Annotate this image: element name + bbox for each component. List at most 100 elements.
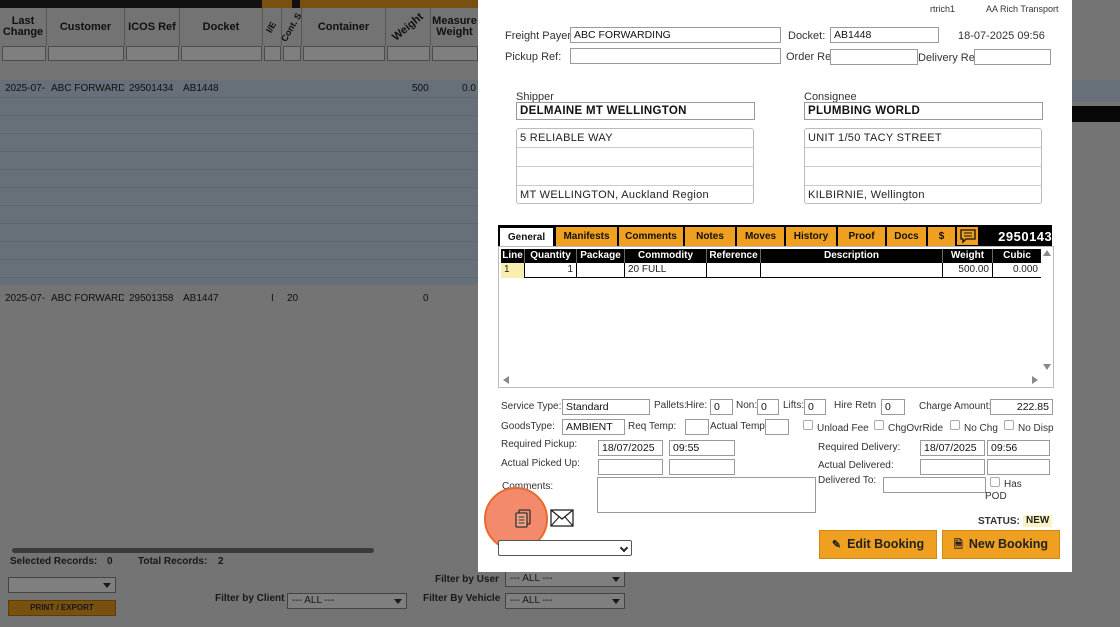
required-pickup-date[interactable]: 18/07/2025 (598, 440, 663, 456)
status-badge: NEW (1023, 515, 1053, 527)
grid-horizontal-scrollbar[interactable] (499, 374, 1039, 386)
chevron-down-icon (619, 543, 629, 553)
grid-col-weight[interactable]: Weight (943, 249, 993, 263)
company-name: AA Rich Transport (986, 4, 1059, 14)
delivered-to-field[interactable] (883, 477, 986, 493)
tab-docs[interactable]: Docs (886, 227, 926, 246)
copy-document-icon[interactable] (514, 509, 532, 529)
grid-vertical-scrollbar[interactable] (1041, 248, 1052, 372)
grid-col-line[interactable]: Line (501, 249, 525, 263)
service-type-label: Service Type: (501, 401, 562, 412)
delivery-ref-field[interactable] (974, 49, 1051, 65)
grid-cell-commodity[interactable]: 20 FULL (625, 263, 707, 278)
lifts-label: Lifts: (783, 400, 805, 411)
goods-type-field[interactable]: AMBIENT (562, 419, 625, 435)
freight-payer-field[interactable]: ABC FORWARDING (570, 27, 781, 43)
new-booking-button[interactable]: 🗎 New Booking (942, 530, 1060, 559)
grid-cell-line[interactable]: 1 (501, 263, 525, 278)
required-pickup-label: Required Pickup: (501, 439, 578, 450)
scroll-right-icon[interactable] (1032, 376, 1038, 384)
shipper-name-field[interactable]: DELMAINE MT WELLINGTON (516, 102, 755, 120)
edit-booking-button[interactable]: ✎ Edit Booking (819, 530, 937, 559)
comments-field[interactable] (597, 477, 816, 513)
charge-amount-field[interactable]: 222.85 (990, 399, 1053, 415)
unload-fee-label: Unload Fee (817, 423, 869, 434)
actual-picked-up-time[interactable] (669, 459, 735, 475)
grid-cell-quantity[interactable]: 1 (525, 263, 577, 278)
grid-col-cubic[interactable]: Cubic (993, 249, 1041, 263)
order-ref-label: Order Ref (786, 51, 835, 63)
no-chg-checkbox[interactable] (950, 420, 960, 430)
scroll-up-icon[interactable] (1043, 250, 1051, 256)
grid-cell-cubic[interactable]: 0.000 (993, 263, 1041, 278)
service-type-field[interactable]: Standard (562, 399, 650, 415)
grid-cell-package[interactable] (577, 263, 625, 278)
chat-bubble-icon[interactable] (956, 227, 978, 245)
grid-cell-description[interactable] (761, 263, 943, 278)
tab-manifests[interactable]: Manifests (555, 227, 617, 246)
grid-col-quantity[interactable]: Quantity (525, 249, 577, 263)
required-delivery-label: Required Delivery: (818, 442, 901, 453)
tab-proof[interactable]: Proof (837, 227, 885, 246)
consignee-address-line-3[interactable] (805, 167, 1041, 186)
charge-amount-label: Charge Amount: (919, 401, 992, 412)
has-pod-label: Has POD (985, 479, 1022, 502)
booking-modal: rtrich1 AA Rich Transport Freight Payer … (478, 0, 1072, 572)
lifts-field[interactable]: 0 (804, 399, 826, 415)
new-booking-label: New Booking (968, 537, 1049, 551)
tab-dollar[interactable]: $ (927, 227, 955, 246)
no-disp-checkbox[interactable] (1004, 420, 1014, 430)
req-temp-label: Req Temp: (628, 421, 677, 432)
icos-number: 29501434 (998, 229, 1060, 244)
req-temp-field[interactable] (685, 419, 709, 435)
docket-label: Docket: (788, 30, 826, 42)
scroll-left-icon[interactable] (503, 376, 509, 384)
chg-ovr-ride-checkbox[interactable] (874, 420, 884, 430)
grid-col-description[interactable]: Description (761, 249, 943, 263)
booking-datetime: 18-07-2025 09:56 (958, 30, 1045, 42)
tab-comments[interactable]: Comments (618, 227, 683, 246)
action-select[interactable] (498, 540, 632, 556)
actual-delivered-time[interactable] (987, 459, 1050, 475)
goods-type-label: GoodsType: (501, 421, 555, 432)
hire-retn-field[interactable]: 0 (881, 399, 905, 415)
docket-field[interactable]: AB1448 (830, 27, 939, 43)
grid-col-reference[interactable]: Reference (707, 249, 761, 263)
shipper-address-line-4[interactable]: MT WELLINGTON, Auckland Region (517, 186, 753, 205)
envelope-icon[interactable] (550, 509, 574, 527)
tab-history[interactable]: History (785, 227, 836, 246)
grid-cell-weight[interactable]: 500.00 (943, 263, 993, 278)
consignee-address-line-2[interactable] (805, 148, 1041, 167)
order-ref-field[interactable] (830, 49, 918, 65)
required-delivery-time[interactable]: 09:56 (987, 440, 1050, 456)
tab-moves[interactable]: Moves (736, 227, 784, 246)
user-name: rtrich1 (930, 4, 956, 14)
tab-general[interactable]: General (499, 227, 554, 246)
pickup-ref-label: Pickup Ref: (505, 51, 562, 63)
tab-notes[interactable]: Notes (684, 227, 735, 246)
grid-cell-reference[interactable] (707, 263, 761, 278)
document-icon: 🗎 (953, 539, 963, 551)
scroll-down-icon[interactable] (1043, 364, 1051, 370)
pickup-ref-field[interactable] (570, 48, 781, 64)
consignee-address-line-1[interactable]: UNIT 1/50 TACY STREET (805, 129, 1041, 148)
consignee-address-line-4[interactable]: KILBIRNIE, Wellington (805, 186, 1041, 205)
actual-delivered-date[interactable] (920, 459, 985, 475)
actual-temp-label: Actual Temp: (710, 421, 768, 432)
shipper-address-line-1[interactable]: 5 RELIABLE WAY (517, 129, 753, 148)
consignee-name-field[interactable]: PLUMBING WORLD (804, 102, 1043, 120)
unload-fee-checkbox[interactable] (803, 420, 813, 430)
actual-temp-field[interactable] (765, 419, 789, 435)
delivered-to-label: Delivered To: (818, 475, 877, 486)
table-row[interactable]: 1 1 20 FULL 500.00 0.000 (501, 263, 1041, 278)
non-field[interactable]: 0 (757, 399, 779, 415)
delivery-ref-label: Delivery Ref: (918, 52, 981, 64)
hire-field[interactable]: 0 (710, 399, 733, 415)
grid-col-package[interactable]: Package (577, 249, 625, 263)
actual-picked-up-date[interactable] (598, 459, 663, 475)
required-pickup-time[interactable]: 09:55 (669, 440, 735, 456)
shipper-address-line-3[interactable] (517, 167, 753, 186)
required-delivery-date[interactable]: 18/07/2025 (920, 440, 985, 456)
shipper-address-line-2[interactable] (517, 148, 753, 167)
grid-col-commodity[interactable]: Commodity (625, 249, 707, 263)
